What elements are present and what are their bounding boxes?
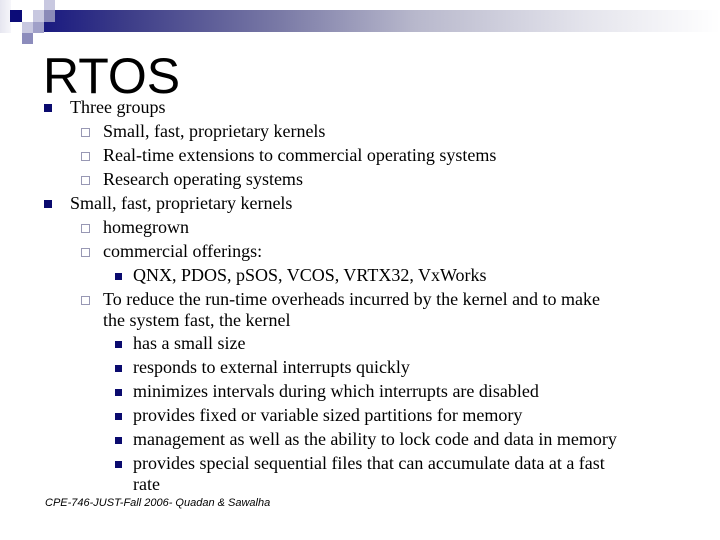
deco-square — [33, 22, 44, 33]
deco-square — [44, 10, 55, 22]
square-bullet-icon — [115, 389, 122, 396]
bullet-text-continuation: rate — [133, 474, 160, 494]
square-bullet-icon — [115, 461, 122, 468]
bullet-text: homegrown — [103, 217, 189, 237]
bullet-text: responds to external interrupts quickly — [133, 357, 410, 377]
bullet-text: provides special sequential files that c… — [133, 453, 605, 473]
bullet-text: has a small size — [133, 333, 246, 353]
deco-square — [44, 0, 55, 10]
bullet-text-continuation: the system fast, the kernel — [103, 310, 291, 330]
square-bullet-icon — [44, 200, 52, 208]
deco-square — [33, 10, 44, 22]
bullet-text: Three groups — [70, 97, 166, 117]
hollow-square-bullet-icon — [81, 248, 90, 257]
bullet-text: QNX, PDOS, pSOS, VCOS, VRTX32, VxWorks — [133, 265, 487, 285]
bullet-text: management as well as the ability to loc… — [133, 429, 617, 449]
hollow-square-bullet-icon — [81, 128, 90, 137]
bullet-text: Small, fast, proprietary kernels — [103, 121, 326, 141]
hollow-square-bullet-icon — [81, 176, 90, 185]
bullet-text: Small, fast, proprietary kernels — [70, 193, 293, 213]
hollow-square-bullet-icon — [81, 296, 90, 305]
header-gradient-bar — [44, 10, 720, 32]
header-decoration — [0, 0, 720, 48]
slide-footer: CPE-746-JUST-Fall 2006- Quadan & Sawalha — [45, 497, 271, 509]
deco-square — [22, 33, 33, 44]
square-bullet-icon — [115, 437, 122, 444]
bullet-text: To reduce the run-time overheads incurre… — [103, 289, 601, 309]
deco-square — [22, 22, 33, 33]
hollow-square-bullet-icon — [81, 224, 90, 233]
square-bullet-icon — [115, 365, 122, 372]
bullet-text: commercial offerings: — [103, 241, 263, 261]
bullet-text: Research operating systems — [103, 169, 303, 189]
square-bullet-icon — [115, 341, 122, 348]
hollow-square-bullet-icon — [81, 152, 90, 161]
square-bullet-icon — [115, 413, 122, 420]
bullet-text: Real-time extensions to commercial opera… — [103, 145, 497, 165]
square-bullet-icon — [44, 104, 52, 112]
bullet-text: minimizes intervals during which interru… — [133, 381, 539, 401]
square-bullet-icon — [115, 273, 122, 280]
deco-square — [10, 10, 22, 22]
bullet-text: provides fixed or variable sized partiti… — [133, 405, 523, 425]
